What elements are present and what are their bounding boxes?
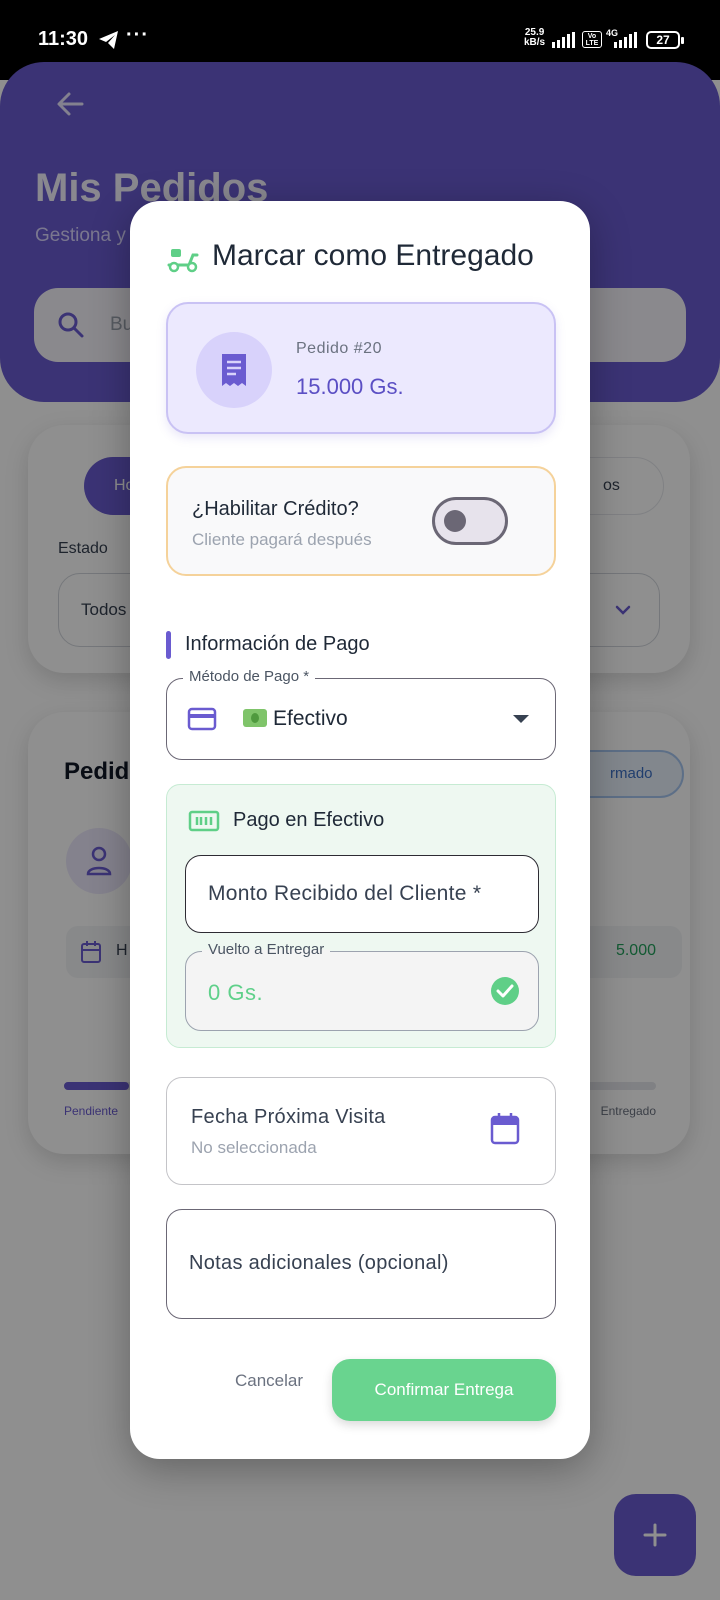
credit-subtitle: Cliente pagará después xyxy=(192,530,372,549)
order-number: Pedido #20 xyxy=(296,340,382,357)
receipt-icon xyxy=(222,354,246,386)
cancel-button[interactable]: Cancelar xyxy=(214,1357,324,1405)
order-summary-card: Pedido #20 15.000 Gs. xyxy=(166,302,556,434)
dialog-title: Marcar como Entregado xyxy=(212,239,534,272)
calendar-icon xyxy=(490,1113,520,1145)
receipt-icon-badge xyxy=(196,332,272,408)
mark-delivered-dialog: Marcar como Entregado Pedido #20 15.000 … xyxy=(130,201,590,1459)
toggle-knob xyxy=(444,510,466,532)
section-accent-bar xyxy=(166,631,171,659)
change-label: Vuelto a Entregar xyxy=(202,941,331,958)
money-emoji-icon xyxy=(243,709,267,727)
change-output-field: Vuelto a Entregar 0 Gs. xyxy=(185,941,539,1031)
credit-toggle[interactable] xyxy=(432,497,508,545)
payment-section-title: Información de Pago xyxy=(185,633,370,655)
dropdown-arrow-icon xyxy=(513,715,529,723)
net-speed: 25.9 kB/s xyxy=(524,27,546,48)
payment-method-value: Efectivo xyxy=(273,707,348,730)
volte-icon: Vo LTE xyxy=(582,31,602,48)
credit-title: ¿Habilitar Crédito? xyxy=(192,498,359,520)
cash-panel-title: Pago en Efectivo xyxy=(233,809,385,831)
signal-icon-2 xyxy=(614,32,637,48)
cash-icon xyxy=(188,810,220,832)
next-visit-date-picker[interactable]: Fecha Próxima Visita No seleccionada xyxy=(166,1077,556,1185)
notes-placeholder: Notas adicionales (opcional) xyxy=(189,1252,449,1274)
next-visit-label: Fecha Próxima Visita xyxy=(191,1106,386,1128)
next-visit-value: No seleccionada xyxy=(191,1138,317,1157)
more-notifications-icon: ··· xyxy=(126,24,149,46)
signal-icon xyxy=(552,32,575,48)
payment-method-select[interactable]: Método de Pago * Efectivo xyxy=(166,668,556,760)
payment-method-label: Método de Pago * xyxy=(183,668,316,685)
status-time: 11:30 xyxy=(38,28,89,50)
order-total: 15.000 Gs. xyxy=(296,374,404,399)
cash-payment-panel: Pago en Efectivo Monto Recibido del Clie… xyxy=(166,784,556,1048)
change-value: 0 Gs. xyxy=(208,980,264,1005)
check-circle-icon xyxy=(491,977,519,1005)
credit-card-icon xyxy=(187,707,217,731)
notes-input[interactable]: Notas adicionales (opcional) xyxy=(166,1209,556,1319)
amount-received-input[interactable]: Monto Recibido del Cliente * xyxy=(185,855,539,933)
battery-icon: 27 xyxy=(646,31,684,49)
telegram-icon xyxy=(99,31,118,49)
confirm-delivery-button[interactable]: Confirmar Entrega xyxy=(332,1359,556,1421)
delivery-scooter-icon xyxy=(167,249,199,273)
amount-received-placeholder: Monto Recibido del Cliente * xyxy=(208,882,482,905)
credit-toggle-card: ¿Habilitar Crédito? Cliente pagará despu… xyxy=(166,466,556,576)
